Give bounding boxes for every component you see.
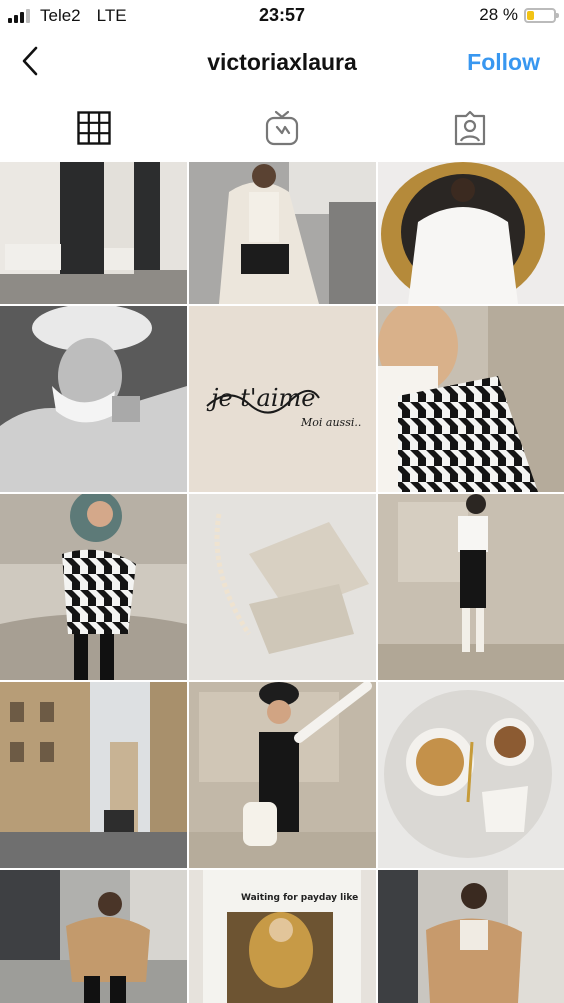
post-image: [378, 162, 564, 304]
post-tile[interactable]: [378, 162, 564, 304]
post-image: [0, 162, 187, 304]
post-tile[interactable]: [0, 870, 187, 1003]
post-image: [378, 306, 564, 492]
post-image: [378, 870, 564, 1003]
post-image: [0, 306, 187, 492]
post-tile[interactable]: [378, 682, 564, 868]
post-image: Waiting for payday like: [189, 870, 376, 1003]
post-tile[interactable]: Waiting for payday like: [189, 870, 376, 1003]
post-tile[interactable]: [0, 494, 187, 680]
post-tile[interactable]: [189, 682, 376, 868]
post-tile[interactable]: [378, 494, 564, 680]
follow-button[interactable]: Follow: [467, 49, 540, 76]
post-tile[interactable]: je t'aime Moi aussi..: [189, 306, 376, 492]
post-image: [0, 494, 187, 680]
post-tile[interactable]: [189, 162, 376, 304]
tshirt-text: Waiting for payday like: [241, 893, 358, 903]
profile-tabs: [0, 96, 564, 160]
note-line1: je t'aime: [206, 384, 315, 412]
tab-grid[interactable]: [74, 108, 114, 148]
profile-header: victoriaxlaura Follow: [0, 32, 564, 94]
post-image: [0, 870, 187, 1003]
post-image: je t'aime Moi aussi..: [189, 306, 376, 492]
note-line2: Moi aussi..: [300, 416, 361, 429]
post-tile[interactable]: [378, 870, 564, 1003]
igtv-icon: [265, 110, 299, 146]
post-image: [189, 682, 376, 868]
status-bar: Tele2 LTE 23:57 28 %: [0, 0, 564, 32]
post-tile[interactable]: [378, 306, 564, 492]
grid-icon: [77, 111, 111, 145]
post-image: [189, 494, 376, 680]
post-tile[interactable]: [0, 162, 187, 304]
battery-icon: [524, 7, 559, 23]
post-image: [0, 682, 187, 868]
tagged-icon: [454, 110, 486, 146]
tab-igtv[interactable]: [262, 108, 302, 148]
tab-tagged[interactable]: [450, 108, 490, 148]
post-tile[interactable]: [0, 306, 187, 492]
post-image: [378, 682, 564, 868]
post-image: [189, 162, 376, 304]
status-right: 28 %: [479, 5, 559, 25]
post-image: [378, 494, 564, 680]
battery-percent: 28 %: [479, 5, 518, 24]
post-tile[interactable]: [189, 494, 376, 680]
post-tile[interactable]: [0, 682, 187, 868]
